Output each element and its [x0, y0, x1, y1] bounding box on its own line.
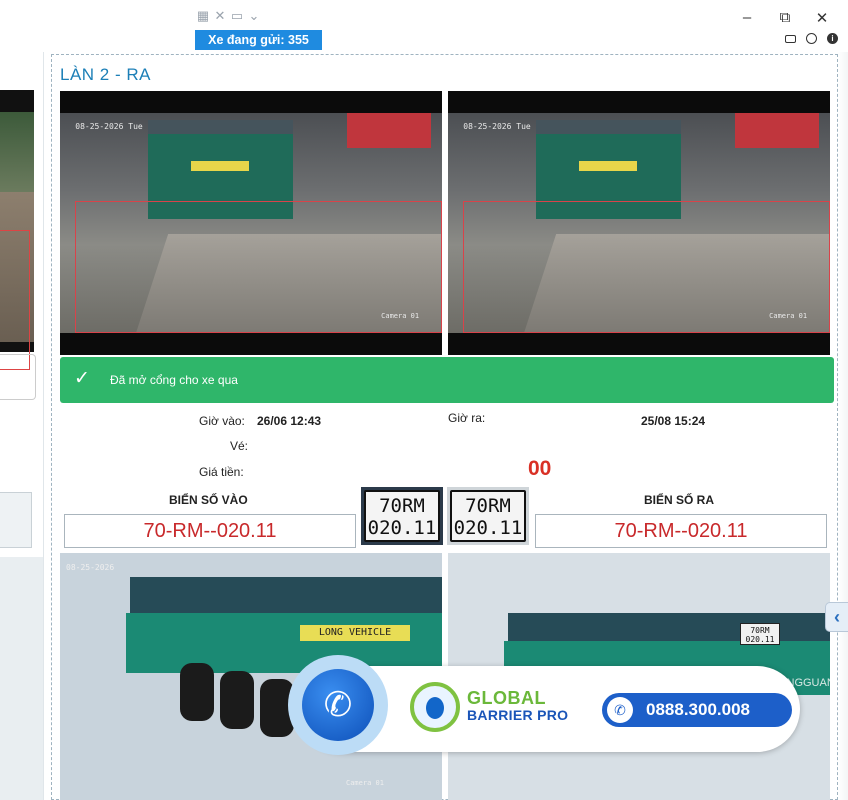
lane-1-panel — [0, 52, 44, 800]
camera-label: Camera 01 — [769, 311, 808, 320]
snapshot-plate-line1: 70RM — [750, 626, 770, 635]
status-icons: i — [785, 33, 838, 44]
camera-scene: 08-25-2026 Tue Camera 01 — [60, 113, 442, 333]
lane-1-photo-area — [0, 557, 43, 800]
resize-icon[interactable]: ✕ — [213, 8, 227, 24]
time-out-label: Giờ ra: — [448, 411, 486, 425]
phone-icon[interactable]: ✆ — [302, 669, 374, 741]
restore-button[interactable]: ⧉ — [776, 9, 794, 26]
logo-mark — [426, 697, 444, 719]
snapshot-plate-line2: 020.11 — [745, 635, 775, 644]
price-value: 00 — [528, 457, 552, 480]
globe-icon[interactable] — [806, 33, 817, 44]
lane-1-camera-feed — [0, 90, 34, 370]
time-out-value: 25/08 15:24 — [641, 414, 706, 428]
camera-timestamp: 08-25-2026 Tue — [75, 121, 143, 131]
camera-label: Camera 01 — [381, 311, 420, 320]
plate-crop-out: 70RM 020.11 — [447, 487, 529, 545]
plate-in-heading: BIỂN SỐ VÀO — [169, 493, 248, 507]
info-icon[interactable]: i — [827, 33, 838, 44]
time-in-label: Giờ vào: — [199, 414, 245, 428]
hotline-phone-icon: ✆ — [607, 697, 633, 723]
monitor-icon[interactable]: ▭ — [230, 8, 244, 24]
plate-out-heading: BIỂN SỐ RA — [644, 493, 715, 507]
toolbar: ▦ ✕ ▭ ⌄ — [196, 8, 261, 24]
check-icon: ✓ — [74, 368, 90, 389]
brand-subtitle: BARRIER PRO — [467, 707, 569, 723]
chevron-left-icon: ‹ — [834, 607, 840, 627]
gate-open-notification: ✓ Đã mở cổng cho xe qua — [60, 357, 834, 403]
plate-crop-line1: 70RM — [379, 495, 425, 517]
grid-icon[interactable]: ▦ — [196, 8, 210, 24]
minimize-button[interactable]: – — [738, 9, 756, 26]
brand-name: GLOBAL — [467, 688, 546, 708]
camera-scene: 08-25-2026 Tue Camera 01 — [448, 113, 830, 333]
plate-crop-line1: 70RM — [465, 495, 511, 517]
plate-in-field[interactable]: 70-RM--020.11 — [64, 514, 356, 548]
camera-feed-in[interactable]: 08-25-2026 Tue Camera 01 — [60, 91, 442, 355]
collapse-panel-button[interactable]: ‹ — [825, 602, 848, 632]
lane-1-notification — [0, 354, 36, 400]
snapshot-camera-label: Camera 01 — [346, 779, 384, 787]
snapshot-timestamp: 08-25-2026 — [66, 563, 115, 572]
chevron-down-icon[interactable]: ⌄ — [247, 8, 261, 24]
notification-message: Đã mở cổng cho xe qua — [110, 373, 238, 387]
plate-crop-line2: 020.11 — [367, 517, 437, 539]
keyboard-icon[interactable] — [785, 35, 796, 43]
parked-vehicles-counter: Xe đang gửi: 355 — [195, 30, 322, 50]
time-in-value: 26/06 12:43 — [257, 414, 322, 428]
price-label: Giá tiền: — [199, 465, 244, 479]
lane-1-plate-field[interactable] — [0, 492, 32, 548]
close-button[interactable]: ✕ — [813, 9, 831, 27]
snapshot-plate: 70RM 020.11 — [740, 623, 780, 645]
lane-title: LÀN 2 - RA — [60, 65, 151, 84]
long-vehicle-sign: LONG VEHICLE — [300, 625, 410, 641]
window-titlebar: ▦ ✕ ▭ ⌄ – ⧉ ✕ — [0, 0, 848, 34]
camera-feed-out[interactable]: 08-25-2026 Tue Camera 01 — [448, 91, 830, 355]
plate-crop-in: 70RM 020.11 — [361, 487, 443, 545]
ticket-label: Vé: — [230, 439, 249, 453]
camera-timestamp: 08-25-2026 Tue — [463, 121, 531, 131]
plate-out-field[interactable]: 70-RM--020.11 — [535, 514, 827, 548]
plate-crop-line2: 020.11 — [453, 517, 523, 539]
right-edge — [838, 52, 848, 800]
